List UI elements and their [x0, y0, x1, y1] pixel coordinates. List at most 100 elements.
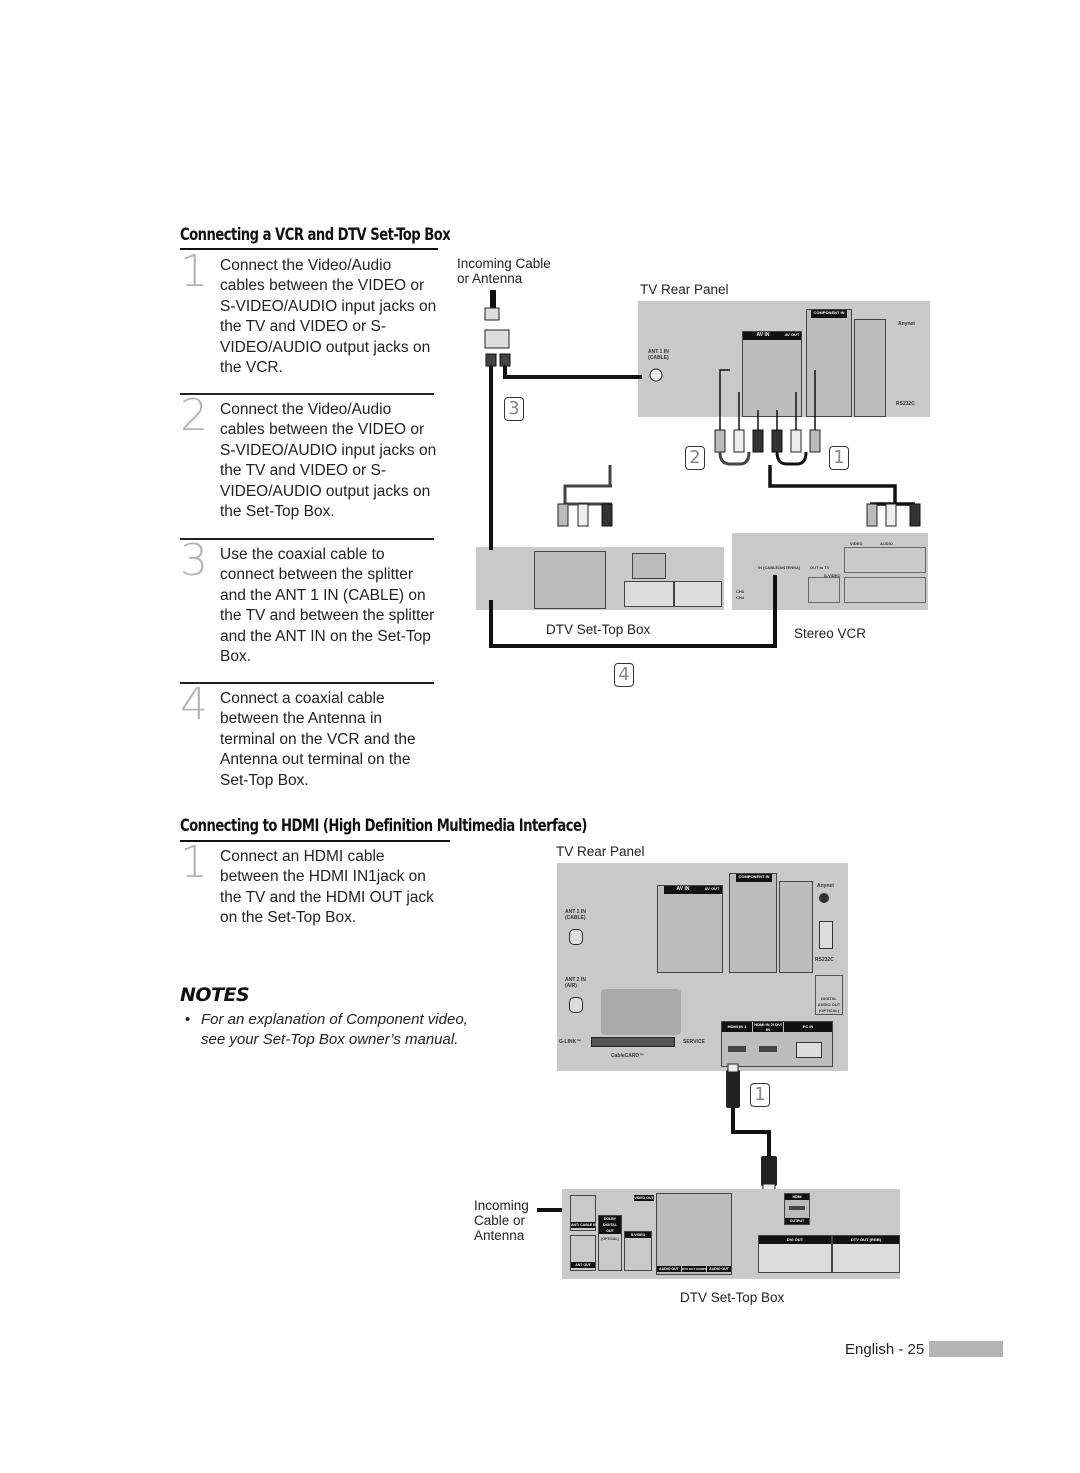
- dtv-set-top-box-label: DTV Set-Top Box: [680, 1290, 785, 1305]
- section-title-vcr-dtv: Connecting a VCR and DTV Set-Top Box: [180, 225, 451, 245]
- pc-in-port: [796, 1042, 822, 1058]
- rs232c-label: RS232C: [815, 957, 834, 963]
- stb-rgb-out: DTV OUT (RGB): [832, 1235, 900, 1273]
- step-text: Connect the Video/Audio cables between t…: [220, 257, 437, 377]
- tv-rear-panel-hdmi: ANT 1 IN (CABLE) ANT 2 IN (AIR) AV IN AV…: [557, 863, 848, 1071]
- vcr-dtv-connection-diagram: Incoming Cable or Antenna TV Rear Panel …: [440, 250, 940, 690]
- step-text: Connect an HDMI cable between the HDMI I…: [220, 848, 434, 927]
- rs232c-port: [819, 921, 833, 949]
- coax-vcr-to-stb: [489, 575, 777, 648]
- incoming-label-line: Antenna: [474, 1228, 525, 1243]
- ant2-jack: [569, 997, 583, 1013]
- ant1-label: ANT 1 IN (CABLE): [565, 909, 586, 921]
- stb-optical-label: (OPTICAL): [601, 1237, 619, 1241]
- stb-audio-out-label: AUDIO OUT: [657, 1266, 681, 1272]
- stb-hdmi-label: HDMI: [785, 1194, 809, 1200]
- step-text: Use the coaxial cable to connect between…: [220, 546, 435, 666]
- glink-label: G-LINK™: [559, 1039, 582, 1045]
- title-underline: [180, 840, 450, 842]
- hdmi-in1-port: [728, 1046, 746, 1052]
- cablecard-slot-cover: [601, 989, 681, 1035]
- hdmi-cable-line: [731, 1108, 771, 1156]
- step-divider: [180, 393, 434, 395]
- av-out-label: AV OUT: [702, 886, 722, 894]
- hdmi-step-badge-1: 1: [750, 1083, 770, 1107]
- step-text: Connect the Video/Audio cables between t…: [220, 401, 437, 521]
- rca-plugs-tv: [714, 369, 821, 466]
- splitter-output-b: [499, 353, 511, 367]
- stb-audio-out-label-2: AUDIO OUT: [707, 1266, 731, 1272]
- stb-hdmi-port: [789, 1206, 805, 1210]
- notes-title: NOTES: [180, 984, 250, 1006]
- stb-dtv-out-label: DTV OUT COMPONENT: [682, 1266, 716, 1272]
- incoming-label-line: Cable or: [474, 1213, 526, 1228]
- step-badge-2: 2: [685, 446, 705, 470]
- step-number: 1: [180, 246, 208, 297]
- splitter-output-a: [485, 353, 497, 367]
- step-divider: [180, 538, 434, 540]
- stb-dolby-label: DOLBY DIGITAL OUT: [599, 1216, 621, 1234]
- av-in-block: AV IN AV OUT: [657, 885, 723, 973]
- step-number: 3: [180, 535, 208, 586]
- step-4: 4 Connect a coaxial cable between the An…: [180, 683, 436, 799]
- pc-dvi-audio-block: [779, 881, 813, 973]
- page-number: English - 25: [845, 1341, 925, 1358]
- step-badge-1: 1: [829, 446, 849, 470]
- stb-hdmi-output: HDMI OUTPUT: [784, 1193, 810, 1225]
- bullet: •: [185, 1011, 191, 1028]
- incoming-connector: [484, 307, 500, 321]
- stb-dolby-digital-out: DOLBY DIGITAL OUT (OPTICAL): [598, 1215, 622, 1271]
- footer-bar: [929, 1341, 1003, 1357]
- stb-dvi-out-label: DVI OUT: [759, 1236, 831, 1244]
- digital-audio-out-optical: DIGITAL AUDIO OUT (OPTICAL): [815, 975, 843, 1015]
- hdmi-plug-stb: [761, 1156, 777, 1186]
- component-in-label: COMPONENT IN: [736, 874, 772, 882]
- hdmi-cable: [726, 1063, 777, 1193]
- ant1-label-line: (CABLE): [565, 915, 586, 921]
- cablecard-slot[interactable]: [591, 1037, 675, 1047]
- tv-rear-panel-label: TV Rear Panel: [556, 844, 645, 859]
- incoming-cable-label: Incoming Cable or Antenna: [474, 1198, 529, 1243]
- incoming-label-line: Incoming: [474, 1198, 529, 1213]
- step-1: 1 Connect the Video/Audio cables between…: [180, 250, 436, 386]
- rca-plugs-vcr: [866, 503, 921, 527]
- step-badge-3: 3: [504, 397, 524, 421]
- hdmi-step-1: 1 Connect an HDMI cable between the HDMI…: [180, 841, 436, 937]
- incoming-cable-line: [537, 1208, 565, 1212]
- anynet-jack: [819, 893, 829, 903]
- anynet-label: Anynet: [817, 883, 834, 889]
- hdmi-plug-tip: [727, 1063, 739, 1073]
- connection-cables: [484, 290, 921, 648]
- rca-plugs-stb: [557, 503, 613, 527]
- ant2-label-line: (AIR): [565, 983, 577, 989]
- step-number: 4: [180, 679, 208, 730]
- stb-ant-cable-in: ANT/ CABLE IN: [570, 1195, 597, 1231]
- hdmi-in1-label: HDMI IN 1: [722, 1022, 752, 1032]
- step-2: 2 Connect the Video/Audio cables between…: [180, 394, 436, 530]
- step-text: Connect a coaxial cable between the Ante…: [220, 690, 416, 789]
- service-label: SERVICE: [683, 1039, 705, 1045]
- stb-ant-out: ANT OUT: [570, 1235, 596, 1271]
- step-number: 1: [180, 837, 208, 888]
- stb-ant-out-label: ANT OUT: [571, 1262, 595, 1268]
- ant2-label: ANT 2 IN (AIR): [565, 977, 586, 989]
- coax-splitter-to-tv: [503, 366, 642, 379]
- tv-ant1-jack: [649, 368, 663, 382]
- stb-dvi-out: DVI OUT: [758, 1235, 832, 1273]
- section-title-hdmi: Connecting to HDMI (High Definition Mult…: [180, 816, 587, 836]
- av-in-label: AV IN: [664, 886, 702, 894]
- note-text: For an explanation of Component video, s…: [201, 1011, 468, 1049]
- splitter-icon: [484, 329, 510, 349]
- stb-video-out-label: VIDEO OUT: [634, 1195, 654, 1201]
- stb-ant-in-label: ANT/ CABLE IN: [571, 1222, 597, 1228]
- dtv-set-top-box-panel-hdmi: ANT/ CABLE IN ANT OUT DOLBY DIGITAL OUT …: [562, 1189, 900, 1279]
- title-underline: [180, 248, 438, 250]
- stb-av-jacks-block: AUDIO OUT DTV OUT COMPONENT AUDIO OUT: [656, 1193, 732, 1275]
- hdmi-in2-port: [759, 1046, 777, 1052]
- stb-rgb-out-label: DTV OUT (RGB): [833, 1236, 899, 1244]
- rca-cable-vcr: [768, 465, 897, 504]
- component-in-block: COMPONENT IN: [729, 873, 777, 973]
- hdmi-plug-tv: [726, 1070, 740, 1108]
- step-divider: [180, 682, 434, 684]
- stb-output-label: OUTPUT: [785, 1218, 809, 1224]
